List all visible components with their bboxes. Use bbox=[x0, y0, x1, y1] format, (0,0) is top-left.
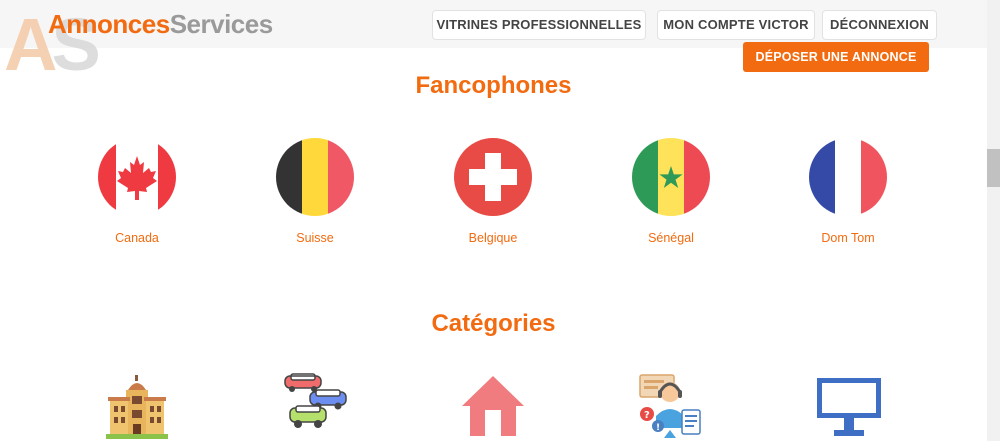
nav-vitrines-button[interactable]: VITRINES PROFESSIONNELLES bbox=[432, 10, 646, 40]
scrollbar-thumb[interactable] bbox=[987, 149, 1000, 187]
deposit-ad-button[interactable]: DÉPOSER UNE ANNONCE bbox=[743, 42, 929, 72]
country-label-belgique[interactable]: Belgique bbox=[433, 231, 553, 245]
country-label-canada[interactable]: Canada bbox=[77, 231, 197, 245]
categories-title: Catégories bbox=[431, 310, 556, 337]
cars-icon[interactable] bbox=[280, 372, 350, 441]
computer-monitor-icon[interactable] bbox=[814, 372, 884, 441]
logo-text: AnnoncesServices bbox=[48, 9, 273, 39]
services-person-icon[interactable]: ? ! bbox=[636, 372, 706, 441]
country-label-senegal[interactable]: Sénégal bbox=[611, 231, 731, 245]
building-icon[interactable] bbox=[102, 372, 172, 441]
country-label-suisse[interactable]: Suisse bbox=[255, 231, 375, 245]
country-label-domtom[interactable]: Dom Tom bbox=[788, 231, 908, 245]
francophones-title: Fancophones bbox=[415, 72, 572, 99]
svg-text:!: ! bbox=[656, 423, 660, 433]
belgium-flag-icon[interactable] bbox=[276, 138, 354, 216]
nav-logout-button[interactable]: DÉCONNEXION bbox=[822, 10, 937, 40]
canada-flag-icon[interactable] bbox=[98, 138, 176, 216]
house-icon[interactable] bbox=[458, 372, 528, 441]
senegal-flag-icon[interactable] bbox=[632, 138, 710, 216]
switzerland-flag-icon[interactable] bbox=[454, 138, 532, 216]
scrollbar-track[interactable] bbox=[987, 0, 1000, 441]
svg-text:?: ? bbox=[644, 410, 650, 421]
nav-account-button[interactable]: MON COMPTE VICTOR bbox=[657, 10, 815, 40]
france-flag-icon[interactable] bbox=[809, 138, 887, 216]
